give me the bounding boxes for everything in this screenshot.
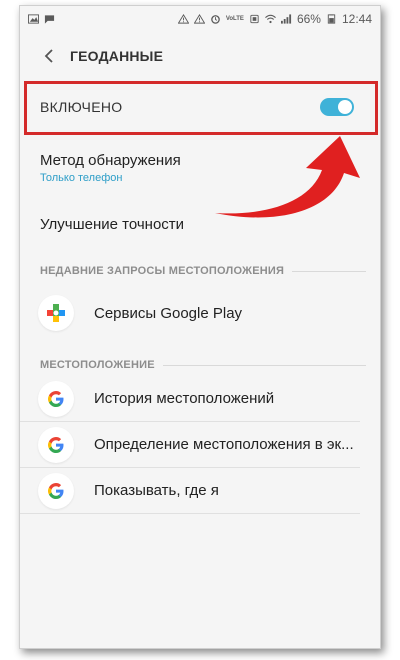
location-toggle[interactable] [320, 98, 354, 116]
google-g-icon [38, 426, 74, 463]
gallery-notification-icon [28, 14, 39, 24]
list-item[interactable]: Сервисы Google Play [20, 282, 380, 344]
warning-icon [177, 14, 189, 24]
improve-accuracy-row[interactable]: Улучшение точности [20, 198, 380, 250]
sync-icon [250, 14, 259, 24]
status-left [28, 14, 55, 24]
wifi-icon [265, 14, 276, 24]
volte-indicator: VoLTE [225, 16, 244, 22]
detection-method-value: Только телефон [40, 172, 123, 184]
section-divider [292, 270, 366, 272]
recent-requests-header: НЕДАВНИЕ ЗАПРОСЫ МЕСТОПОЛОЖЕНИЯ [20, 260, 380, 282]
page-title: ГЕОДАННЫЕ [70, 48, 164, 64]
google-g-icon [38, 472, 74, 509]
alarm-icon [211, 15, 220, 24]
toggle-knob [338, 100, 352, 114]
list-item-label: Показывать, где я [94, 482, 219, 499]
signal-strength-icon [280, 14, 292, 24]
status-right: VoLTE 66% 12:44 [177, 12, 372, 26]
list-item[interactable]: История местоположений [20, 376, 360, 422]
app-bar: ГЕОДАННЫЕ [20, 32, 380, 80]
location-section-title: МЕСТОПОЛОЖЕНИЕ [40, 359, 155, 371]
section-divider [162, 364, 366, 366]
detection-method-row[interactable]: Метод обнаружения Только телефон [20, 138, 380, 198]
status-bar: VoLTE 66% 12:44 [20, 6, 380, 32]
list-item-label: История местоположений [94, 390, 275, 407]
location-services-list: История местоположений Определение место… [20, 376, 380, 514]
location-section-header: МЕСТОПОЛОЖЕНИЕ [20, 354, 380, 376]
detection-method-title: Метод обнаружения [40, 152, 181, 169]
improve-accuracy-title: Улучшение точности [40, 215, 185, 233]
list-item[interactable]: Определение местоположения в эк... [20, 422, 360, 468]
google-play-services-icon [38, 295, 74, 331]
list-item[interactable]: Показывать, где я [20, 468, 360, 514]
warning-icon [193, 14, 205, 24]
list-item-label: Определение местоположения в эк... [94, 436, 354, 453]
google-g-icon [38, 380, 74, 417]
back-arrow-icon[interactable] [40, 47, 58, 65]
list-item-label: Сервисы Google Play [94, 304, 243, 322]
battery-icon [327, 14, 336, 24]
phone-screen: VoLTE 66% 12:44 ГЕОДАННЫЕ ВКЛЮЧЕНО Метод… [19, 5, 381, 649]
location-master-switch-row[interactable]: ВКЛЮЧЕНО [20, 81, 380, 135]
clock: 12:44 [341, 12, 372, 26]
message-notification-icon [44, 15, 55, 24]
recent-requests-title: НЕДАВНИЕ ЗАПРОСЫ МЕСТОПОЛОЖЕНИЯ [40, 265, 285, 277]
battery-percent: 66% [296, 12, 321, 26]
master-switch-label: ВКЛЮЧЕНО [40, 99, 123, 115]
